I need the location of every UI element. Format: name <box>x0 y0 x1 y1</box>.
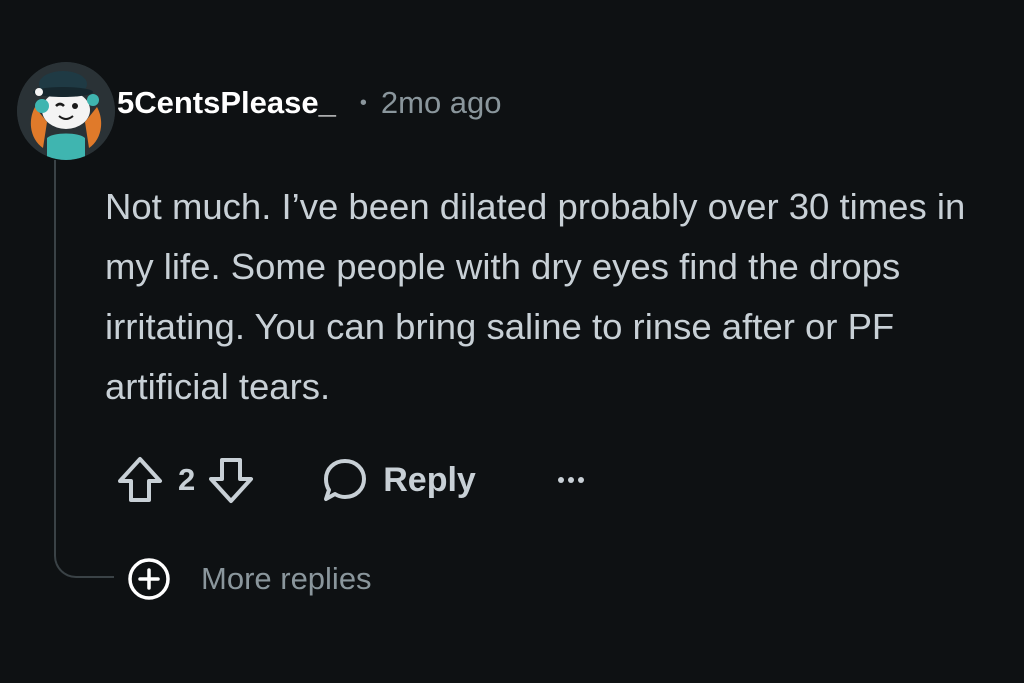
vote-count: 2 <box>178 462 196 497</box>
arrow-up-icon <box>118 457 162 502</box>
username[interactable]: 5CentsPlease_ <box>117 85 336 121</box>
arrow-down-icon <box>209 458 254 503</box>
snoo-avatar-icon <box>17 62 115 160</box>
comment: 5CentsPlease_ • 2mo ago Not much. I’ve b… <box>0 0 1024 683</box>
reply-label: Reply <box>383 460 476 499</box>
ellipsis-icon <box>557 477 584 483</box>
comment-header: 5CentsPlease_ • 2mo ago <box>117 82 502 124</box>
more-options-button[interactable] <box>556 475 586 485</box>
separator-dot: • <box>359 91 367 114</box>
speech-bubble-icon <box>324 459 367 501</box>
more-replies-label: More replies <box>201 561 372 596</box>
upvote-button[interactable] <box>116 455 164 505</box>
timestamp: 2mo ago <box>380 85 502 120</box>
downvote-button[interactable] <box>207 455 255 505</box>
plus-circle-icon <box>128 558 170 600</box>
avatar[interactable] <box>17 62 115 160</box>
reply-button[interactable]: Reply <box>321 456 476 504</box>
comment-body: Not much. I’ve been dilated probably ove… <box>105 186 966 407</box>
more-replies-button[interactable]: More replies <box>127 555 372 603</box>
action-bar: 2 Reply <box>116 452 586 508</box>
